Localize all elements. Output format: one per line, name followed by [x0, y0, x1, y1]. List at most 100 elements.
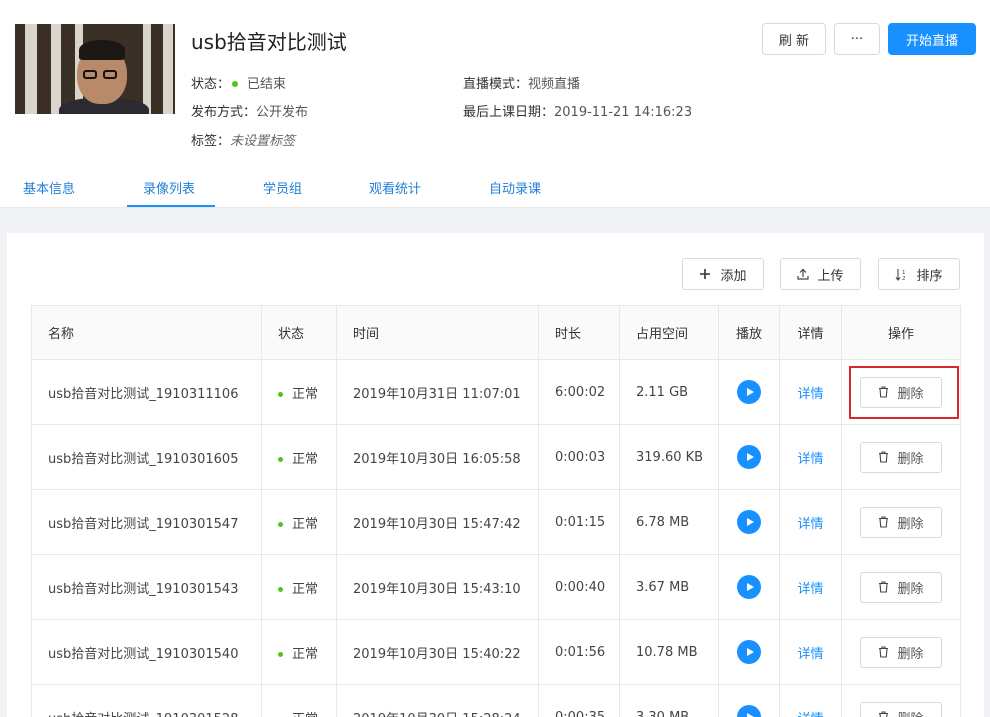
column-header-action: 操作 — [841, 305, 961, 360]
sort-icon: 12 — [896, 268, 906, 281]
delete-button[interactable]: 删除 — [860, 701, 942, 717]
recording-status: 正常 — [261, 554, 337, 620]
detail-link[interactable]: 详情 — [797, 387, 823, 402]
trash-icon — [879, 451, 889, 463]
play-cell — [718, 359, 780, 425]
refresh-button[interactable]: 刷 新 — [762, 23, 826, 55]
recording-name: usb拾音对比测试_1910301547 — [31, 489, 262, 555]
play-icon[interactable] — [737, 380, 761, 404]
recording-name: usb拾音对比测试_1910301540 — [31, 619, 262, 685]
course-header: usb拾音对比测试 状态： 已结束 发布方式：公开发布 标签：未设置标签 直播模式… — [0, 0, 990, 208]
tab-student-groups[interactable]: 学员组 — [263, 178, 302, 197]
play-cell — [718, 424, 780, 490]
recording-time: 2019年10月30日 16:05:58 — [336, 424, 539, 490]
recording-duration: 0:01:15 — [538, 489, 620, 555]
detail-link[interactable]: 详情 — [797, 452, 823, 467]
play-icon[interactable] — [737, 705, 761, 717]
column-header-detail: 详情 — [779, 305, 842, 360]
tab-bar: 基本信息 录像列表 学员组 观看统计 自动录课 — [0, 168, 990, 208]
live-mode-field: 直播模式：视频直播 — [463, 77, 581, 92]
tab-basic-info[interactable]: 基本信息 — [23, 178, 75, 197]
recording-name: usb拾音对比测试_1910311106 — [31, 359, 262, 425]
status-dot — [278, 521, 283, 527]
play-icon[interactable] — [737, 575, 761, 599]
column-header-play: 播放 — [718, 305, 780, 360]
trash-icon — [879, 711, 889, 717]
trash-icon — [879, 386, 889, 398]
tab-view-stats[interactable]: 观看统计 — [369, 178, 421, 197]
upload-button[interactable]: 上传 — [780, 258, 861, 290]
status-dot — [278, 651, 283, 657]
recording-name: usb拾音对比测试_1910301605 — [31, 424, 262, 490]
action-cell: 删除 — [841, 619, 961, 685]
add-button[interactable]: 添加 — [682, 258, 764, 290]
column-header-size: 占用空间 — [619, 305, 719, 360]
recording-size: 319.60 KB — [619, 424, 719, 490]
upload-icon — [797, 268, 810, 280]
detail-cell: 详情 — [779, 489, 842, 555]
tag-field: 标签：未设置标签 — [191, 134, 296, 149]
detail-link[interactable]: 详情 — [797, 517, 823, 532]
table-row: usb拾音对比测试_1910301540 正常 2019年10月30日 15:40:… — [31, 619, 961, 685]
recording-duration: 0:00:03 — [538, 424, 620, 490]
delete-button[interactable]: 删除 — [860, 376, 942, 408]
recording-status: 正常 — [261, 684, 337, 717]
recording-size: 6.78 MB — [619, 489, 719, 555]
recording-name: usb拾音对比测试_1910301543 — [31, 554, 262, 620]
plus-icon — [700, 269, 711, 279]
recording-duration: 0:00:40 — [538, 554, 620, 620]
active-tab-indicator — [127, 205, 215, 207]
detail-cell: 详情 — [779, 359, 842, 425]
status-dot — [278, 456, 283, 462]
detail-cell: 详情 — [779, 554, 842, 620]
recording-name: usb拾音对比测试_1910301528 — [31, 684, 262, 717]
recording-status: 正常 — [261, 424, 337, 490]
table-row: usb拾音对比测试_1910301528正常2019年10月30日 15:28:… — [31, 684, 961, 717]
recording-duration: 0:01:56 — [538, 619, 620, 685]
detail-link[interactable]: 详情 — [797, 582, 823, 597]
recording-status: 正常 — [261, 619, 337, 685]
play-icon[interactable] — [737, 510, 761, 534]
recording-time: 2019年10月31日 11:07:01 — [336, 359, 539, 425]
tab-auto-record[interactable]: 自动录课 — [489, 178, 541, 197]
column-header-duration: 时长 — [538, 305, 620, 360]
tab-recordings[interactable]: 录像列表 — [143, 178, 195, 197]
recording-size: 3.30 MB — [619, 684, 719, 717]
delete-button[interactable]: 删除 — [860, 636, 942, 668]
recording-status: 正常 — [261, 489, 337, 555]
recording-status: 正常 — [261, 359, 337, 425]
more-button[interactable]: ··· — [834, 23, 880, 55]
delete-button[interactable]: 删除 — [860, 571, 942, 603]
trash-icon — [879, 581, 889, 593]
status-dot — [278, 391, 283, 397]
recording-duration: 0:00:35 — [538, 684, 620, 717]
recording-time: 2019年10月30日 15:43:10 — [336, 554, 539, 620]
detail-link[interactable]: 详情 — [797, 647, 823, 662]
action-cell: 删除 — [841, 359, 961, 425]
trash-icon — [879, 516, 889, 528]
course-thumbnail — [15, 24, 175, 114]
recordings-panel: 添加 上传 12 排序 名称 状态 时间 时长 占用空间 播放 详情 操作 us… — [7, 233, 984, 717]
column-header-name: 名称 — [31, 305, 262, 360]
play-icon[interactable] — [737, 640, 761, 664]
recording-time: 2019年10月30日 15:47:42 — [336, 489, 539, 555]
delete-button[interactable]: 删除 — [860, 506, 942, 538]
play-icon[interactable] — [737, 445, 761, 469]
table-row: usb拾音对比测试_1910311106 正常 2019年10月31日 11:07:… — [31, 359, 961, 425]
svg-text:2: 2 — [902, 276, 906, 281]
table-row: usb拾音对比测试_1910301605 正常 2019年10月30日 16:05:… — [31, 424, 961, 490]
publish-field: 发布方式：公开发布 — [191, 105, 309, 120]
sort-button[interactable]: 12 排序 — [878, 258, 960, 290]
start-live-button[interactable]: 开始直播 — [888, 23, 976, 55]
recording-size: 3.67 MB — [619, 554, 719, 620]
detail-link[interactable]: 详情 — [797, 712, 823, 717]
play-cell — [718, 489, 780, 555]
play-cell — [718, 554, 780, 620]
recordings-table: 名称 状态 时间 时长 占用空间 播放 详情 操作 usb拾音对比测试_1910… — [31, 305, 961, 717]
action-cell: 删除 — [841, 424, 961, 490]
table-row: usb拾音对比测试_1910301547 正常 2019年10月30日 15:47:… — [31, 489, 961, 555]
delete-button[interactable]: 删除 — [860, 441, 942, 473]
last-class-date-field: 最后上课日期：2019-11-21 14:16:23 — [463, 105, 693, 120]
recording-time: 2019年10月30日 15:40:22 — [336, 619, 539, 685]
play-cell — [718, 619, 780, 685]
